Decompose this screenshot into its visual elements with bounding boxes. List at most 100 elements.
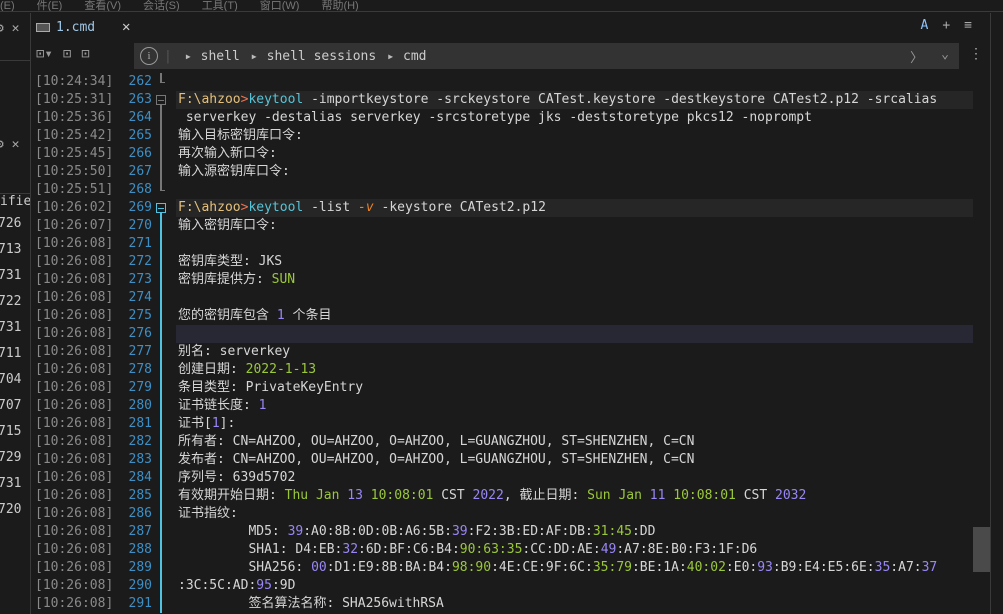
file-row[interactable]: 722 1 <box>0 294 30 309</box>
text-segment: 1 <box>258 398 267 413</box>
file-date: 726 <box>0 216 22 231</box>
line-text: 输入密钥库口令: <box>176 217 973 235</box>
line-number: 291 <box>128 596 152 611</box>
fold-guide <box>155 559 167 577</box>
terminal-line: [10:26:08] 273 密钥库提供方: SUN <box>32 271 973 289</box>
scrollbar-thumb[interactable] <box>973 527 990 572</box>
terminal-output[interactable]: [10:24:34] 262 [10:25:31] 263 F:\ahzoo>keyto… <box>32 72 973 614</box>
timestamp: [10:26:08] <box>35 380 114 395</box>
file-date: 715 <box>0 424 22 439</box>
fold-guide <box>155 469 167 487</box>
vertical-scrollbar[interactable] <box>973 72 990 614</box>
menu-item[interactable]: 查看(V) <box>84 0 121 11</box>
terminal-line: [10:26:08] 291 签名算法名称: SHA256withRSA <box>32 595 973 613</box>
text-segment: 1 <box>276 308 285 323</box>
text-segment: 证书指纹: <box>178 506 238 521</box>
text-segment: 49 <box>600 542 617 557</box>
text-segment: -importkeystore -srckeystore CATest.keys… <box>303 92 938 107</box>
tab-1-cmd[interactable]: 1.cmd ✕ <box>36 13 136 41</box>
terminal-icon <box>36 22 50 32</box>
file-row[interactable]: 713 1 <box>0 242 30 257</box>
file-row[interactable]: 711 1 <box>0 346 30 361</box>
breadcrumb-shell[interactable]: shell <box>201 49 240 64</box>
close-icon[interactable]: ✕ <box>122 19 130 35</box>
file-row[interactable]: 715 1 <box>0 424 30 439</box>
panel-controls-2[interactable]: ⚙ ✕ <box>0 137 19 152</box>
timestamp: [10:26:08] <box>35 596 114 611</box>
file-row[interactable]: 731 0 <box>0 476 30 491</box>
menu-item[interactable]: 工具(T) <box>202 0 238 11</box>
fold-guide <box>155 577 167 595</box>
line-text: SHA256: 00:D1:E9:8B:BA:B4:98:90:4E:CE:9F… <box>176 559 973 577</box>
line-number: 279 <box>128 380 152 395</box>
panel-controls[interactable]: ⚙ ✕ <box>0 21 19 36</box>
line-text: F:\ahzoo>keytool -list -v -keystore CATe… <box>176 199 973 217</box>
menu-item[interactable]: 帮助(H) <box>321 0 358 11</box>
text-segment: 39 <box>287 524 304 539</box>
file-size: 1 <box>29 424 30 439</box>
file-size: 2 <box>29 398 30 413</box>
text-segment: CST <box>433 488 473 503</box>
more-options-icon[interactable]: ⋮ <box>969 46 983 62</box>
fold-toggle-icon[interactable] <box>155 91 167 109</box>
add-tab-icon[interactable]: + <box>942 18 950 33</box>
session-settings-icon[interactable]: ⊡ <box>81 46 89 62</box>
font-icon[interactable]: A <box>921 18 929 33</box>
file-row[interactable]: 729 1 <box>0 450 30 465</box>
line-number: 286 <box>128 506 152 521</box>
line-text: 签名算法名称: SHA256withRSA <box>176 595 973 613</box>
terminal-line: [10:26:08] 277 别名: serverkey <box>32 343 973 361</box>
fold-guide <box>155 181 167 199</box>
line-text <box>176 73 973 91</box>
line-number: 270 <box>128 218 152 233</box>
text-segment: , 截止日期: <box>503 488 588 503</box>
menu-icon[interactable]: ≡ <box>964 18 972 33</box>
file-row[interactable]: 731 0 <box>0 320 30 335</box>
text-segment: 发布者: CN=AHZOO, OU=AHZOO, O=AHZOO, L=GUAN… <box>178 452 695 467</box>
text-segment: 2022-1-13 <box>245 362 317 377</box>
file-row[interactable]: 726 1 <box>0 216 30 231</box>
close-session-icon[interactable]: ⊡ <box>63 46 71 62</box>
text-segment: Thu Jan <box>284 488 348 503</box>
menu-item[interactable]: 窗口(W) <box>260 0 300 11</box>
menu-item[interactable]: (E) <box>0 0 15 11</box>
timestamp: [10:26:08] <box>35 506 114 521</box>
text-segment: F:\ahzoo <box>178 200 241 215</box>
chevron-down-icon[interactable]: ⌄ <box>941 47 949 66</box>
menu-item[interactable]: 会话(S) <box>143 0 180 11</box>
timestamp: [10:25:36] <box>35 110 114 125</box>
fold-toggle-icon[interactable] <box>155 199 167 217</box>
file-date: 707 <box>0 398 22 413</box>
fold-guide <box>155 217 167 235</box>
file-row[interactable]: 704 1 <box>0 372 30 387</box>
file-row[interactable]: 731 0 <box>0 268 30 283</box>
file-row[interactable]: 720 1 <box>0 502 30 517</box>
fold-guide <box>155 253 167 271</box>
line-number: 268 <box>128 182 152 197</box>
text-segment: SHA256: <box>178 560 312 575</box>
text-segment: -v <box>358 200 374 215</box>
new-session-icon[interactable]: ⊡▾ <box>36 46 53 62</box>
breadcrumb-cmd[interactable]: cmd <box>403 49 426 64</box>
timestamp: [10:26:08] <box>35 524 114 539</box>
line-text: 证书[1]: <box>176 415 973 433</box>
line-text: serverkey -destalias serverkey -srcstore… <box>176 109 973 127</box>
terminal-line: [10:26:08] 272 密钥库类型: JKS <box>32 253 973 271</box>
right-panel <box>990 13 1003 614</box>
text-segment: 11 <box>649 488 666 503</box>
line-text: 输入源密钥库口令: <box>176 163 973 181</box>
text-segment: :DD <box>631 524 656 539</box>
line-text: :3C:5C:AD:95:9D <box>176 577 973 595</box>
text-segment: Sun Jan <box>587 488 650 503</box>
file-column-header: ifie <box>0 193 31 209</box>
terminal-line: [10:26:08] 283 发布者: CN=AHZOO, OU=AHZOO, O=… <box>32 451 973 469</box>
menu-item[interactable]: 件(E) <box>37 0 63 11</box>
line-number: 283 <box>128 452 152 467</box>
info-icon[interactable]: i <box>140 47 158 65</box>
terminal-line: [10:25:51] 268 <box>32 181 973 199</box>
terminal-line: [10:26:08] 280 证书链长度: 1 <box>32 397 973 415</box>
file-row[interactable]: 707 2 <box>0 398 30 413</box>
terminal-line: [10:26:08] 275 您的密钥库包含 1 个条目 <box>32 307 973 325</box>
chevron-right-icon[interactable]: 〉 <box>910 47 923 66</box>
breadcrumb-shell-sessions[interactable]: shell sessions <box>267 49 377 64</box>
